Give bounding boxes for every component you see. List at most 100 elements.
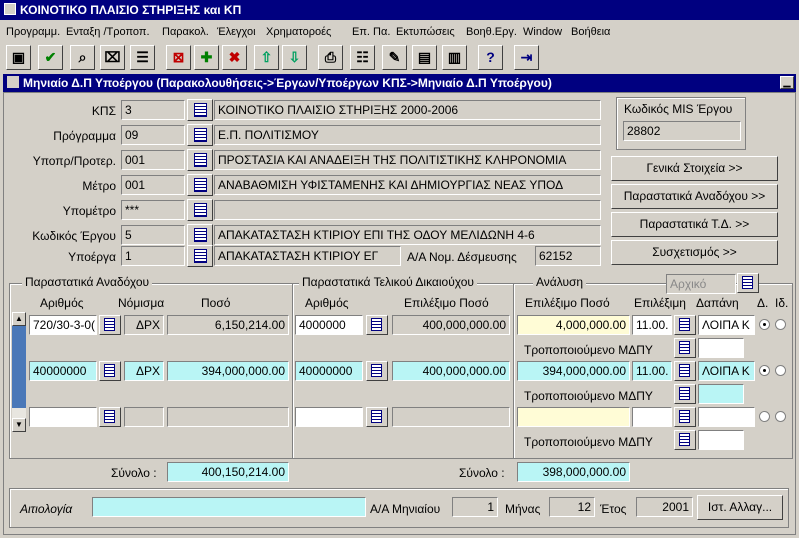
analysi-epil-lov[interactable] <box>674 361 696 381</box>
arrow-down-icon[interactable]: ⇩ <box>282 45 307 70</box>
programma-lov-button[interactable] <box>187 124 213 146</box>
telikos-arithmos-lov[interactable] <box>366 315 388 335</box>
analysi-epil-field[interactable]: 11.00. <box>632 361 672 381</box>
telikos-arithmos-lov[interactable] <box>366 361 388 381</box>
ypopr-desc-field[interactable]: ΠΡΟΣΤΑΣΙΑ ΚΑΙ ΑΝΑΔΕΙΞΗ ΤΗΣ ΠΟΛΙΤΙΣΤΙΚΗΣ … <box>214 150 601 170</box>
sysxetismos-button[interactable]: Συσχετισμός >> <box>611 240 778 265</box>
history-changes-button[interactable]: Ιστ. Αλλαγ... <box>697 495 783 520</box>
telikos-arithmos-lov[interactable] <box>366 407 388 427</box>
anadoxos-arithmos-field[interactable]: 720/30-3-0( <box>29 315 97 335</box>
anadoxos-total-field[interactable]: 400,150,214.00 <box>167 462 289 482</box>
ypometro-code-field[interactable]: *** <box>121 200 185 220</box>
records-scrollbar[interactable]: ▲ ▼ <box>12 312 26 432</box>
minas-field[interactable]: 12 <box>549 497 595 517</box>
analysi-poso-field[interactable] <box>517 407 630 427</box>
ypopr-code-field[interactable]: 001 <box>121 150 185 170</box>
analysi-epil-lov[interactable] <box>674 407 696 427</box>
anadoxos-arithmos-field[interactable] <box>29 407 97 427</box>
delete-record-icon[interactable]: ✖ <box>222 45 247 70</box>
telikos-poso-field[interactable]: 400,000,000.00 <box>392 361 510 381</box>
minimize-icon[interactable]: ▁ <box>780 76 794 89</box>
analysi-i-radio[interactable] <box>775 319 786 330</box>
anadoxos-nomisma-field[interactable]: ΔΡΧ <box>124 315 164 335</box>
anadoxos-poso-field[interactable] <box>167 407 289 427</box>
document-icon[interactable]: ▤ <box>412 45 437 70</box>
etos-field[interactable]: 2001 <box>636 497 693 517</box>
menu-ektyposeis[interactable]: Εκτυπώσεις <box>396 26 455 38</box>
analysi-i-radio[interactable] <box>775 365 786 376</box>
analysi-poso-field[interactable]: 394,000,000.00 <box>517 361 630 381</box>
aa-miniaiou-field[interactable]: 1 <box>452 497 498 517</box>
analysi-epil-field[interactable] <box>632 407 672 427</box>
analysi-d-radio[interactable] <box>759 365 770 376</box>
analysi-filter-lov[interactable] <box>737 273 759 293</box>
print-icon[interactable]: ⎙ <box>318 45 343 70</box>
analysi-poso-field[interactable]: 4,000,000.00 <box>517 315 630 335</box>
edit-icon[interactable]: ✎ <box>382 45 407 70</box>
ergo-desc-field[interactable]: ΑΠΑΚΑΤΑΣΤΑΣΗ ΚΤΙΡΙΟΥ ΕΠΙ ΤΗΣ ΟΔΟΥ ΜΕΛΙΔΩ… <box>214 225 601 245</box>
anadoxos-nomisma-field[interactable]: ΔΡΧ <box>124 361 164 381</box>
menu-voith-erg[interactable]: Βοηθ.Εργ. <box>466 26 517 38</box>
ypoerga-code-field[interactable]: 1 <box>121 246 185 266</box>
metro-desc-field[interactable]: ΑΝΑΒΑΘΜΙΣΗ ΥΦΙΣΤΑΜΕΝΗΣ ΚΑΙ ΔΗΜΙΟΥΡΓΙΑΣ Ν… <box>214 175 601 195</box>
ypometro-lov-button[interactable] <box>187 199 213 221</box>
analysi-dapani-field[interactable] <box>698 407 755 427</box>
anadoxos-arithmos-lov[interactable] <box>99 407 121 427</box>
kps-code-field[interactable]: 3 <box>121 100 185 120</box>
telikos-poso-field[interactable]: 400,000,000.00 <box>392 315 510 335</box>
analysi-filter-field[interactable]: Αρχικό <box>666 274 736 294</box>
telikos-arithmos-field[interactable] <box>295 407 363 427</box>
insert-record-icon[interactable]: ✚ <box>194 45 219 70</box>
analysi-d-radio[interactable] <box>759 319 770 330</box>
menu-elegxoi[interactable]: Έλεγχοι <box>217 26 256 38</box>
parastatika-anadoxou-button[interactable]: Παραστατικά Αναδόχου >> <box>611 184 778 209</box>
analysi-mod-field[interactable] <box>698 384 744 404</box>
aitiologia-field[interactable] <box>92 497 366 517</box>
scroll-down-icon[interactable]: ▼ <box>12 418 26 432</box>
menu-voitheia[interactable]: Βοήθεια <box>571 26 610 38</box>
anadoxos-arithmos-lov[interactable] <box>99 315 121 335</box>
telikos-arithmos-field[interactable]: 4000000 <box>295 315 363 335</box>
ergo-lov-button[interactable] <box>187 224 213 246</box>
kps-desc-field[interactable]: ΚΟΙΝΟΤΙΚΟ ΠΛΑΙΣΙΟ ΣΤΗΡΙΞΗΣ 2000-2006 <box>214 100 601 120</box>
mis-code-field[interactable]: 28802 <box>623 121 741 141</box>
scroll-up-icon[interactable]: ▲ <box>12 312 26 326</box>
anadoxos-poso-field[interactable]: 6,150,214.00 <box>167 315 289 335</box>
analysi-mod-lov[interactable] <box>674 384 696 404</box>
telikos-poso-field[interactable] <box>392 407 510 427</box>
exit-icon[interactable]: ⇥ <box>514 45 539 70</box>
scroll-thumb[interactable] <box>12 326 26 408</box>
save-icon[interactable]: ▣ <box>6 45 31 70</box>
programma-code-field[interactable]: 09 <box>121 125 185 145</box>
query-icon[interactable]: ⌕ <box>70 45 95 70</box>
cancel-query-icon[interactable]: ⌧ <box>100 45 125 70</box>
analysi-dapani-field[interactable]: ΛΟΙΠΑ Κ <box>698 361 755 381</box>
telikos-total-field[interactable]: 398,000,000.00 <box>517 462 630 482</box>
ypopr-lov-button[interactable] <box>187 149 213 171</box>
anadoxos-poso-field[interactable]: 394,000,000.00 <box>167 361 289 381</box>
analysi-dapani-field[interactable]: ΛΟΙΠΑ Κ <box>698 315 755 335</box>
clipboard-icon[interactable]: ▥ <box>442 45 467 70</box>
ypoerga-desc-field[interactable]: ΑΠΑΚΑΤΑΣΤΑΣΗ ΚΤΙΡΙΟΥ ΕΓ <box>214 246 401 266</box>
analysi-i-radio[interactable] <box>775 411 786 422</box>
analysi-epil-lov[interactable] <box>674 315 696 335</box>
anadoxos-arithmos-lov[interactable] <box>99 361 121 381</box>
ypoerga-lov-button[interactable] <box>187 245 213 267</box>
menu-programm[interactable]: Προγραμμ. <box>6 26 60 38</box>
telikos-arithmos-field[interactable]: 40000000 <box>295 361 363 381</box>
database-icon[interactable]: ☰ <box>130 45 155 70</box>
menu-window[interactable]: Window <box>523 26 562 38</box>
analysi-mod-lov[interactable] <box>674 430 696 450</box>
commit-check-icon[interactable]: ✔ <box>38 45 63 70</box>
anadoxos-nomisma-field[interactable] <box>124 407 164 427</box>
metro-code-field[interactable]: 001 <box>121 175 185 195</box>
anadoxos-arithmos-field[interactable]: 40000000 <box>29 361 97 381</box>
parastatika-td-button[interactable]: Παραστατικά Τ.Δ. >> <box>611 212 778 237</box>
ypometro-desc-field[interactable] <box>214 200 601 220</box>
menu-ep-pa[interactable]: Επ. Πα. <box>352 26 390 38</box>
analysi-d-radio[interactable] <box>759 411 770 422</box>
menu-entaxi[interactable]: Ενταξη /Τροποπ. <box>66 26 150 38</box>
menu-parakol[interactable]: Παρακολ. <box>162 26 209 38</box>
help-icon[interactable]: ? <box>478 45 503 70</box>
aa-desmefsis-field[interactable]: 62152 <box>535 246 601 266</box>
